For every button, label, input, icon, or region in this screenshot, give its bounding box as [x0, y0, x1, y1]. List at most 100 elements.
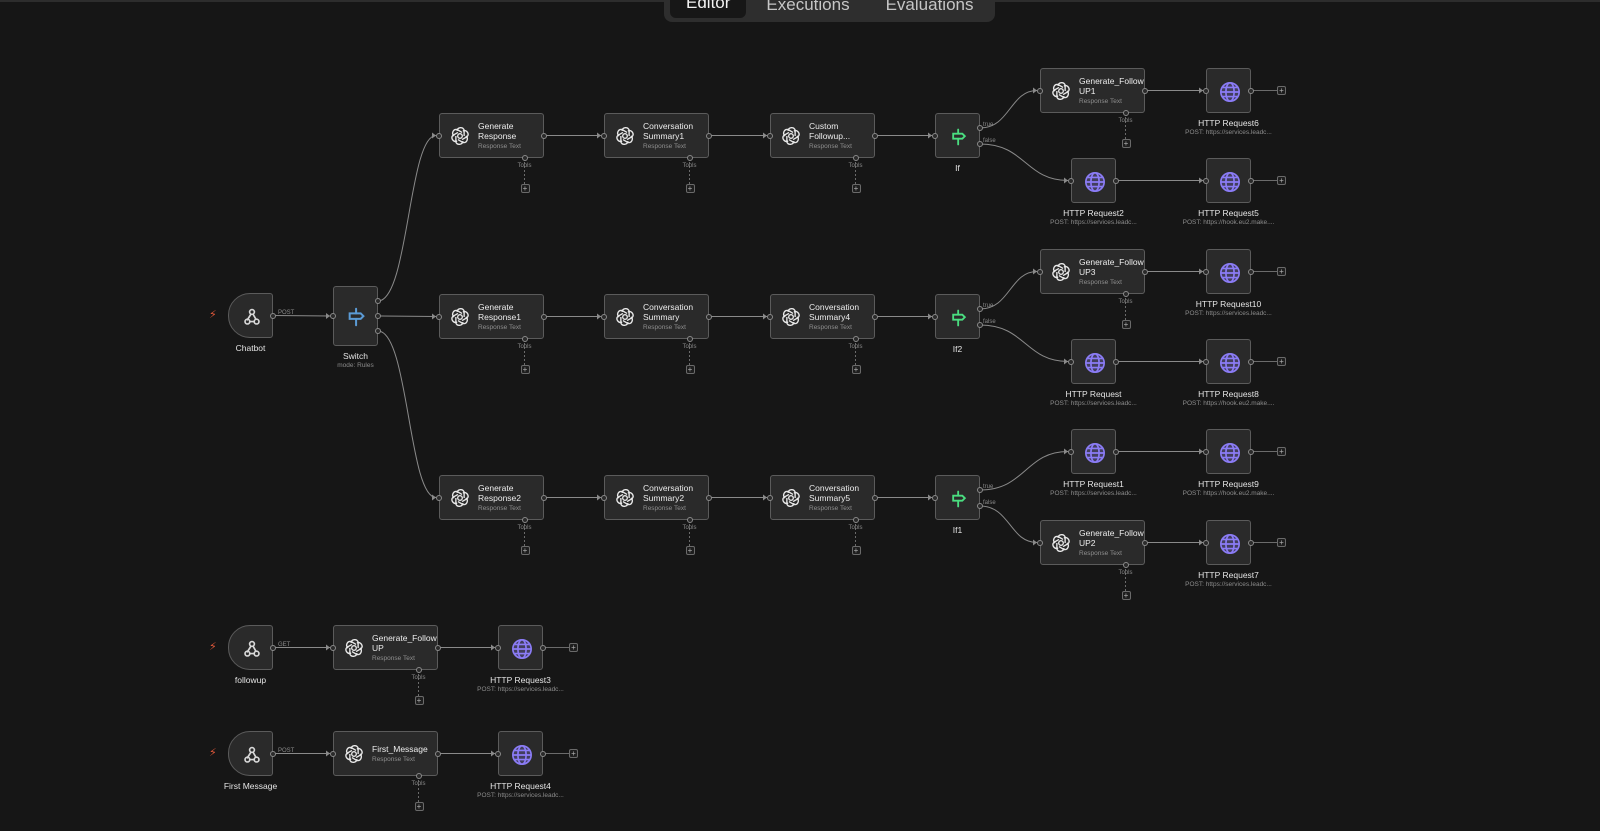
- connection-port[interactable]: [1122, 562, 1129, 568]
- node-h4[interactable]: [498, 731, 543, 776]
- node-h[interactable]: [1071, 339, 1116, 384]
- connection-port[interactable]: [541, 132, 547, 139]
- connection-port[interactable]: [601, 313, 607, 320]
- connection-port[interactable]: [706, 313, 712, 320]
- node-h9[interactable]: [1206, 429, 1251, 474]
- node-switch[interactable]: [333, 286, 378, 346]
- connection-port[interactable]: [495, 750, 501, 757]
- connection-port[interactable]: [435, 750, 441, 757]
- connection-port[interactable]: [932, 494, 938, 501]
- node-gf2[interactable]: Generate_Follow UP2 Response Text: [1040, 520, 1145, 565]
- connection-port[interactable]: [270, 312, 276, 319]
- add-node-button[interactable]: +: [1277, 447, 1286, 456]
- add-node-button[interactable]: +: [569, 643, 578, 652]
- node-h10[interactable]: [1206, 249, 1251, 294]
- connection-port[interactable]: [872, 313, 878, 320]
- workflow-canvas[interactable]: Chatbot ⚡ Switch mode: Rules Generate Respon…: [0, 0, 1600, 831]
- connection-port[interactable]: [435, 644, 441, 651]
- node-cs1[interactable]: Conversation Summary1 Response Text: [604, 113, 709, 158]
- connection-port[interactable]: [852, 155, 859, 161]
- add-node-button[interactable]: +: [1277, 538, 1286, 547]
- connection-port[interactable]: [521, 517, 528, 523]
- connection-port[interactable]: [1068, 448, 1074, 455]
- add-node-button[interactable]: +: [414, 802, 424, 811]
- connection-port[interactable]: [872, 494, 878, 501]
- connection-port[interactable]: [767, 313, 773, 320]
- tab-editor[interactable]: Editor: [670, 0, 747, 18]
- connection-port[interactable]: [330, 644, 336, 651]
- connection-port[interactable]: [415, 773, 422, 779]
- node-gf1[interactable]: Generate_Follow UP1 Response Text: [1040, 68, 1145, 113]
- node-cs5[interactable]: Conversation Summary5 Response Text: [770, 475, 875, 520]
- connection-port[interactable]: [270, 644, 276, 651]
- node-chatbot[interactable]: [228, 293, 273, 338]
- connection-port[interactable]: [852, 517, 859, 523]
- add-node-button[interactable]: +: [1277, 357, 1286, 366]
- connection-port[interactable]: [767, 494, 773, 501]
- add-node-button[interactable]: +: [520, 184, 530, 193]
- node-cf[interactable]: Custom Followup... Response Text: [770, 113, 875, 158]
- node-followup[interactable]: [228, 625, 273, 670]
- add-node-button[interactable]: +: [685, 365, 695, 374]
- add-node-button[interactable]: +: [520, 546, 530, 555]
- node-h2[interactable]: [1071, 158, 1116, 203]
- add-node-button[interactable]: +: [1277, 176, 1286, 185]
- connection-port[interactable]: [1142, 87, 1148, 94]
- node-h6[interactable]: [1206, 68, 1251, 113]
- connection-port[interactable]: [1068, 358, 1074, 365]
- tab-evaluations[interactable]: Evaluations: [870, 0, 990, 22]
- connection-port[interactable]: [415, 667, 422, 673]
- connection-port[interactable]: [1113, 177, 1119, 184]
- node-h8[interactable]: [1206, 339, 1251, 384]
- connection-port[interactable]: [436, 313, 442, 320]
- connection-port[interactable]: [1248, 539, 1254, 546]
- connection-port[interactable]: [1142, 268, 1148, 275]
- connection-port[interactable]: [601, 132, 607, 139]
- connection-port[interactable]: [1037, 539, 1043, 546]
- add-node-button[interactable]: +: [685, 546, 695, 555]
- node-if1[interactable]: [935, 475, 980, 520]
- connection-port[interactable]: [375, 313, 381, 319]
- connection-port[interactable]: [1248, 268, 1254, 275]
- connection-port[interactable]: [1203, 177, 1209, 184]
- connection-port[interactable]: [1113, 358, 1119, 365]
- connection-port[interactable]: [1248, 358, 1254, 365]
- connection-port[interactable]: [686, 336, 693, 342]
- add-node-button[interactable]: +: [851, 546, 861, 555]
- connection-port[interactable]: [1203, 268, 1209, 275]
- connection-port[interactable]: [706, 132, 712, 139]
- node-gr1[interactable]: Generate Response1 Response Text: [439, 294, 544, 339]
- node-if2[interactable]: [935, 294, 980, 339]
- add-node-button[interactable]: +: [1121, 591, 1131, 600]
- connection-port[interactable]: [1037, 87, 1043, 94]
- add-node-button[interactable]: +: [1277, 267, 1286, 276]
- connection-port[interactable]: [852, 336, 859, 342]
- connection-port[interactable]: [706, 494, 712, 501]
- connection-port[interactable]: [540, 644, 546, 651]
- connection-port[interactable]: [1248, 87, 1254, 94]
- connection-port[interactable]: [1203, 87, 1209, 94]
- connection-port[interactable]: [1142, 539, 1148, 546]
- node-cs4[interactable]: Conversation Summary4 Response Text: [770, 294, 875, 339]
- connection-port[interactable]: [686, 155, 693, 161]
- connection-port[interactable]: [330, 313, 336, 319]
- connection-port[interactable]: [1248, 448, 1254, 455]
- connection-port[interactable]: [375, 298, 381, 304]
- connection-port[interactable]: [495, 644, 501, 651]
- node-gf3[interactable]: Generate_Follow UP3 Response Text: [1040, 249, 1145, 294]
- node-firstmsg[interactable]: [228, 731, 273, 776]
- add-node-button[interactable]: +: [851, 184, 861, 193]
- connection-port[interactable]: [1203, 358, 1209, 365]
- add-node-button[interactable]: +: [520, 365, 530, 374]
- connection-port[interactable]: [375, 328, 381, 334]
- connection-port[interactable]: [330, 750, 336, 757]
- node-h7[interactable]: [1206, 520, 1251, 565]
- node-gfu[interactable]: Generate_Follow UP Response Text: [333, 625, 438, 670]
- connection-port[interactable]: [436, 132, 442, 139]
- node-fm[interactable]: First_Message Response Text: [333, 731, 438, 776]
- connection-port[interactable]: [521, 336, 528, 342]
- connection-port[interactable]: [1113, 448, 1119, 455]
- node-cs2[interactable]: Conversation Summary2 Response Text: [604, 475, 709, 520]
- add-node-button[interactable]: +: [414, 696, 424, 705]
- connection-port[interactable]: [541, 313, 547, 320]
